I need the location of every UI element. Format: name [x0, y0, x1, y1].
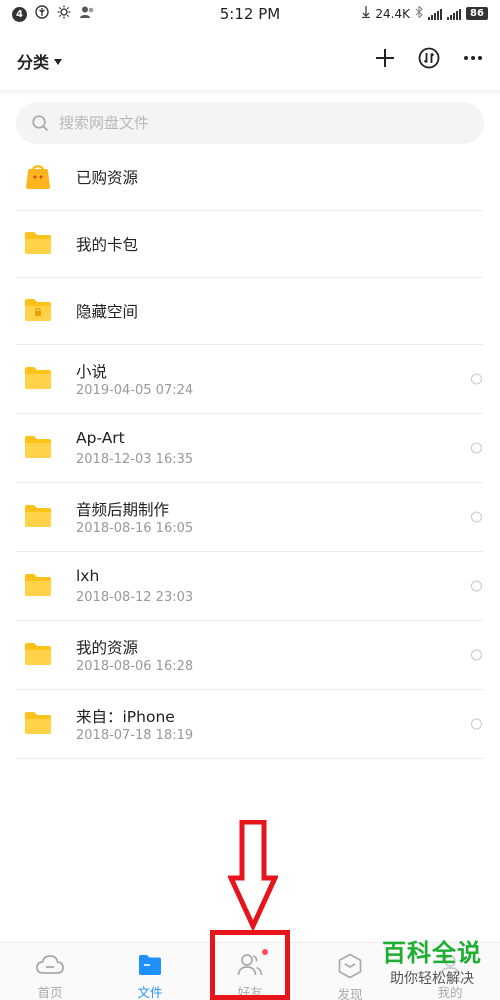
file-date: 2018-07-18 18:19	[76, 728, 194, 743]
discover-icon	[336, 953, 364, 979]
category-label: 分类	[17, 53, 50, 72]
file-date: 2018-08-16 16:05	[76, 521, 194, 536]
folder-icon	[24, 366, 52, 392]
search-bar[interactable]	[16, 102, 484, 144]
watermark-title: 百科全说	[382, 939, 482, 967]
header: 分类	[0, 36, 500, 84]
list-item[interactable]: 隐藏空间	[16, 278, 484, 345]
transfer-icon	[418, 47, 440, 69]
list-item[interactable]: 来自：iPhone 2018-07-18 18:19	[16, 690, 484, 759]
file-name: 隐藏空间	[76, 303, 139, 321]
more-dots-icon	[464, 56, 482, 60]
transfer-button[interactable]	[418, 44, 440, 72]
battery-icon: 86	[466, 7, 488, 20]
more-button[interactable]	[462, 44, 484, 72]
select-radio[interactable]	[471, 718, 482, 730]
select-radio[interactable]	[471, 511, 482, 523]
search-icon	[32, 114, 49, 131]
caret-down-icon	[54, 59, 63, 65]
file-name: lxh	[76, 567, 100, 585]
annotation-arrow-icon	[227, 819, 279, 934]
download-arrow-icon	[362, 6, 371, 21]
signal-icon	[428, 8, 442, 20]
watermark-subtitle: 助你轻松解决	[390, 971, 474, 987]
select-radio[interactable]	[471, 373, 482, 385]
list-item[interactable]: 我的卡包	[16, 211, 484, 278]
list-item[interactable]: 音频后期制作 2018-08-16 16:05	[16, 483, 484, 552]
select-radio[interactable]	[471, 649, 482, 661]
folder-icon	[24, 231, 52, 257]
net-speed: 24.4K	[375, 6, 410, 21]
file-name: 来自：iPhone	[76, 708, 175, 726]
nav-item-files[interactable]: 文件	[100, 943, 200, 1000]
locked-folder-icon	[24, 298, 52, 324]
file-date: 2018-08-06 16:28	[76, 659, 194, 674]
list-item[interactable]: lxh 2018-08-12 23:03	[16, 552, 484, 621]
bluetooth-icon	[415, 5, 423, 21]
folder-icon	[136, 953, 164, 977]
category-dropdown[interactable]: 分类	[17, 49, 63, 73]
cloud-icon	[36, 953, 64, 977]
select-radio[interactable]	[471, 580, 482, 592]
list-item[interactable]: 小说 2019-04-05 07:24	[16, 345, 484, 414]
plus-icon	[376, 49, 394, 67]
folder-icon	[24, 435, 52, 461]
signal-icon-2	[447, 8, 461, 20]
folder-icon	[24, 573, 52, 599]
nav-label: 发现	[337, 987, 363, 1000]
nav-label: 文件	[137, 985, 163, 1000]
file-list: 已购资源 我的卡包 隐藏空间 小说 2019-04-05 07:24 Ap-Ar…	[0, 144, 500, 759]
list-item[interactable]: 我的资源 2018-08-06 16:28	[16, 621, 484, 690]
select-radio[interactable]	[471, 442, 482, 454]
folder-icon	[24, 642, 52, 668]
add-button[interactable]	[374, 44, 396, 72]
header-divider	[0, 90, 500, 96]
nav-label: 首页	[37, 985, 63, 1000]
header-actions	[374, 44, 484, 72]
file-name: 小说	[76, 363, 108, 381]
file-date: 2018-08-12 23:03	[76, 590, 194, 605]
search-input[interactable]	[59, 114, 439, 132]
list-item[interactable]: 已购资源	[16, 144, 484, 211]
file-date: 2018-12-03 16:35	[76, 452, 194, 467]
file-name: 音频后期制作	[76, 501, 170, 519]
nav-item-home[interactable]: 首页	[0, 943, 100, 1000]
file-name: 已购资源	[76, 169, 139, 187]
folder-icon	[24, 504, 52, 530]
file-name: Ap-Art	[76, 429, 125, 447]
file-name: 我的资源	[76, 639, 139, 657]
folder-icon	[24, 711, 52, 737]
list-item[interactable]: Ap-Art 2018-12-03 16:35	[16, 414, 484, 483]
status-bar: 4 5:12 PM 24.4K 86	[0, 0, 500, 28]
shopping-bag-icon	[24, 164, 52, 190]
status-right: 24.4K 86	[362, 5, 488, 21]
file-date: 2019-04-05 07:24	[76, 383, 194, 398]
annotation-highlight-box	[210, 930, 290, 1000]
watermark: 百科全说 助你轻松解决	[372, 938, 492, 988]
file-name: 我的卡包	[76, 236, 139, 254]
